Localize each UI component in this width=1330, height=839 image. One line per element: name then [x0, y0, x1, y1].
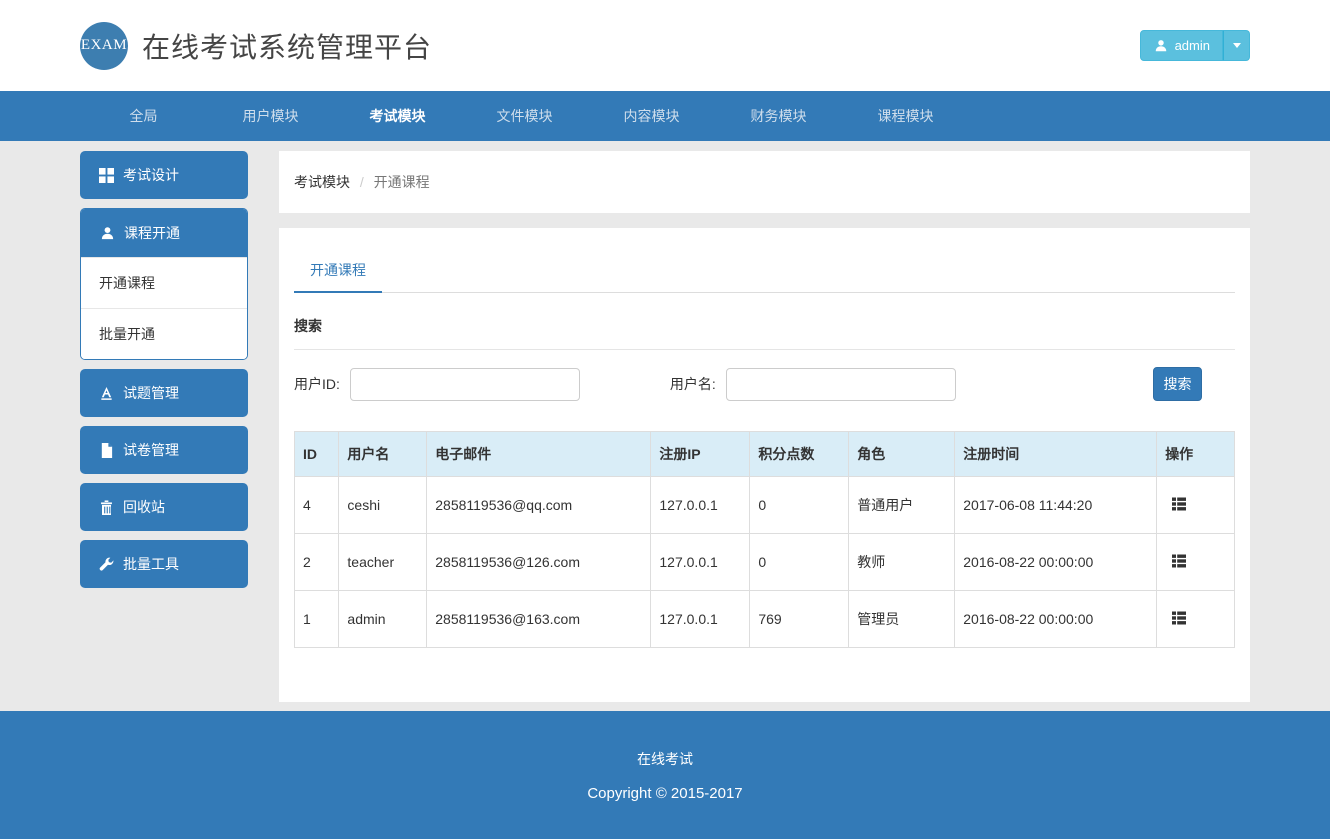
breadcrumb: 考试模块 / 开通课程: [279, 151, 1250, 213]
content-area: 考试设计 课程开通 开通课程 批量开通 试题管理 试卷管理: [80, 141, 1250, 711]
breadcrumb-item-open-course: 开通课程: [374, 174, 430, 190]
sidebar-item-label: 考试设计: [123, 165, 179, 185]
footer-site-name: 在线考试: [0, 749, 1330, 769]
breadcrumb-item-exam-module[interactable]: 考试模块: [294, 174, 350, 190]
chevron-down-icon: [1233, 43, 1241, 48]
cell-points: 0: [750, 534, 849, 591]
sidebar-item-label: 回收站: [123, 497, 165, 517]
user-dropdown-button[interactable]: [1223, 30, 1250, 61]
cell-email: 2858119536@126.com: [427, 534, 651, 591]
tab-bar: 开通课程: [294, 228, 1235, 293]
sidebar-item-question-mgmt[interactable]: 试题管理: [80, 369, 248, 417]
col-header-points: 积分点数: [750, 432, 849, 477]
cell-reg-time: 2016-08-22 00:00:00: [955, 591, 1157, 648]
font-icon: [98, 385, 114, 401]
col-header-reg-ip: 注册IP: [651, 432, 750, 477]
table-header-row: ID 用户名 电子邮件 注册IP 积分点数 角色 注册时间 操作: [295, 432, 1235, 477]
search-button[interactable]: 搜索: [1153, 367, 1202, 401]
cell-reg-ip: 127.0.0.1: [651, 477, 750, 534]
cell-id: 4: [295, 477, 339, 534]
nav-item-exam-module[interactable]: 考试模块: [334, 91, 461, 141]
col-header-reg-time: 注册时间: [955, 432, 1157, 477]
cell-role: 普通用户: [849, 477, 955, 534]
page-header: EXAM 在线考试系统管理平台 admin: [0, 0, 1330, 91]
sidebar-group-course-open: 课程开通 开通课程 批量开通: [80, 208, 248, 360]
user-id-label: 用户ID:: [294, 374, 340, 394]
main-navbar: 全局 用户模块 考试模块 文件模块 内容模块 财务模块 课程模块: [0, 91, 1330, 141]
nav-item-global[interactable]: 全局: [80, 91, 207, 141]
table-row: 4 ceshi 2858119536@qq.com 127.0.0.1 0 普通…: [295, 477, 1235, 534]
user-id-input[interactable]: [350, 368, 580, 401]
user-button[interactable]: admin: [1140, 30, 1223, 61]
username-input[interactable]: [726, 368, 956, 401]
user-icon: [1153, 38, 1169, 54]
cell-points: 0: [750, 477, 849, 534]
sidebar-item-course-open[interactable]: 课程开通: [81, 209, 247, 257]
cell-points: 769: [750, 591, 849, 648]
cell-username: admin: [339, 591, 427, 648]
cell-id: 1: [295, 591, 339, 648]
operations-list-icon[interactable]: [1171, 496, 1187, 512]
sidebar-item-paper-mgmt[interactable]: 试卷管理: [80, 426, 248, 474]
col-header-username: 用户名: [339, 432, 427, 477]
search-form: 用户ID: 用户名: 搜索: [294, 367, 1235, 401]
table-row: 2 teacher 2858119536@126.com 127.0.0.1 0…: [295, 534, 1235, 591]
cell-id: 2: [295, 534, 339, 591]
cell-reg-time: 2016-08-22 00:00:00: [955, 534, 1157, 591]
user-menu: admin: [1140, 30, 1250, 61]
logo-text: EXAM: [81, 37, 127, 54]
page-title: 在线考试系统管理平台: [142, 26, 432, 66]
sidebar-subitem-batch-open[interactable]: 批量开通: [81, 308, 247, 359]
col-header-operations: 操作: [1157, 432, 1235, 477]
th-large-icon: [98, 167, 114, 183]
sidebar-item-label: 试卷管理: [123, 440, 179, 460]
tab-open-course[interactable]: 开通课程: [294, 249, 382, 293]
operations-list-icon[interactable]: [1171, 610, 1187, 626]
page-footer: 在线考试 Copyright © 2015-2017: [0, 711, 1330, 839]
cell-username: teacher: [339, 534, 427, 591]
cell-email: 2858119536@qq.com: [427, 477, 651, 534]
col-header-role: 角色: [849, 432, 955, 477]
trash-icon: [98, 499, 114, 515]
breadcrumb-separator: /: [360, 174, 364, 190]
exam-logo: EXAM: [80, 22, 128, 70]
sidebar-item-exam-design[interactable]: 考试设计: [80, 151, 248, 199]
cell-role: 教师: [849, 534, 955, 591]
nav-item-content-module[interactable]: 内容模块: [588, 91, 715, 141]
username-label: 用户名:: [670, 374, 716, 394]
sidebar-item-label: 批量工具: [123, 554, 179, 574]
main-column: 考试模块 / 开通课程 开通课程 搜索 用户ID: 用户名: 搜索 ID 用: [279, 151, 1250, 702]
search-section-title: 搜索: [294, 316, 1235, 350]
col-header-email: 电子邮件: [427, 432, 651, 477]
cell-email: 2858119536@163.com: [427, 591, 651, 648]
users-table: ID 用户名 电子邮件 注册IP 积分点数 角色 注册时间 操作 4 ceshi: [294, 431, 1235, 648]
cell-reg-ip: 127.0.0.1: [651, 534, 750, 591]
footer-copyright: Copyright © 2015-2017: [0, 785, 1330, 802]
col-header-id: ID: [295, 432, 339, 477]
nav-item-user-module[interactable]: 用户模块: [207, 91, 334, 141]
sidebar-subitem-open-course[interactable]: 开通课程: [81, 257, 247, 308]
sidebar-item-batch-tools[interactable]: 批量工具: [80, 540, 248, 588]
cell-role: 管理员: [849, 591, 955, 648]
cell-reg-ip: 127.0.0.1: [651, 591, 750, 648]
sidebar-item-recycle-bin[interactable]: 回收站: [80, 483, 248, 531]
table-row: 1 admin 2858119536@163.com 127.0.0.1 769…: [295, 591, 1235, 648]
file-icon: [98, 442, 114, 458]
user-button-label: admin: [1175, 38, 1210, 53]
wrench-icon: [98, 556, 114, 572]
sidebar-item-label: 课程开通: [124, 223, 180, 243]
sidebar: 考试设计 课程开通 开通课程 批量开通 试题管理 试卷管理: [80, 151, 248, 597]
nav-item-course-module[interactable]: 课程模块: [842, 91, 969, 141]
user-icon: [99, 225, 115, 241]
nav-item-file-module[interactable]: 文件模块: [461, 91, 588, 141]
nav-item-finance-module[interactable]: 财务模块: [715, 91, 842, 141]
main-panel: 开通课程 搜索 用户ID: 用户名: 搜索 ID 用户名 电子邮件 注册IP 积…: [279, 228, 1250, 702]
cell-username: ceshi: [339, 477, 427, 534]
operations-list-icon[interactable]: [1171, 553, 1187, 569]
cell-reg-time: 2017-06-08 11:44:20: [955, 477, 1157, 534]
sidebar-item-label: 试题管理: [123, 383, 179, 403]
